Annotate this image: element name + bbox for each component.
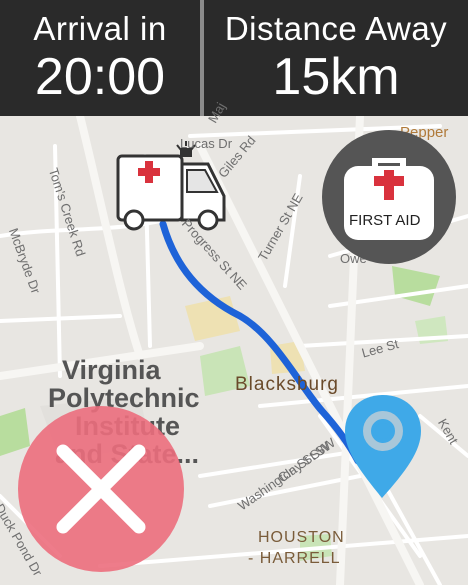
street-label: Lucas Dr bbox=[180, 136, 233, 151]
close-icon bbox=[56, 444, 146, 534]
first-aid-kit-icon bbox=[344, 158, 434, 240]
first-aid-button[interactable] bbox=[322, 130, 456, 264]
first-aid-label: FIRST AID bbox=[349, 212, 421, 229]
neighborhood-label: HOUSTON bbox=[258, 529, 345, 546]
arrival-label: Arrival in bbox=[33, 10, 167, 47]
neighborhood-label: - HARRELL bbox=[248, 550, 341, 567]
distance-value: 15km bbox=[272, 48, 400, 106]
poi-label-line: Virginia bbox=[62, 355, 161, 385]
arrival-panel: Arrival in 20:00 bbox=[0, 0, 200, 116]
eta-header: Arrival in 20:00 Distance Away 15km bbox=[0, 0, 468, 116]
arrival-value: 20:00 bbox=[34, 48, 166, 106]
distance-label: Distance Away bbox=[224, 10, 448, 47]
city-label: Blacksburg bbox=[235, 374, 339, 395]
distance-panel: Distance Away 15km bbox=[204, 0, 468, 116]
cancel-button[interactable] bbox=[18, 406, 184, 572]
